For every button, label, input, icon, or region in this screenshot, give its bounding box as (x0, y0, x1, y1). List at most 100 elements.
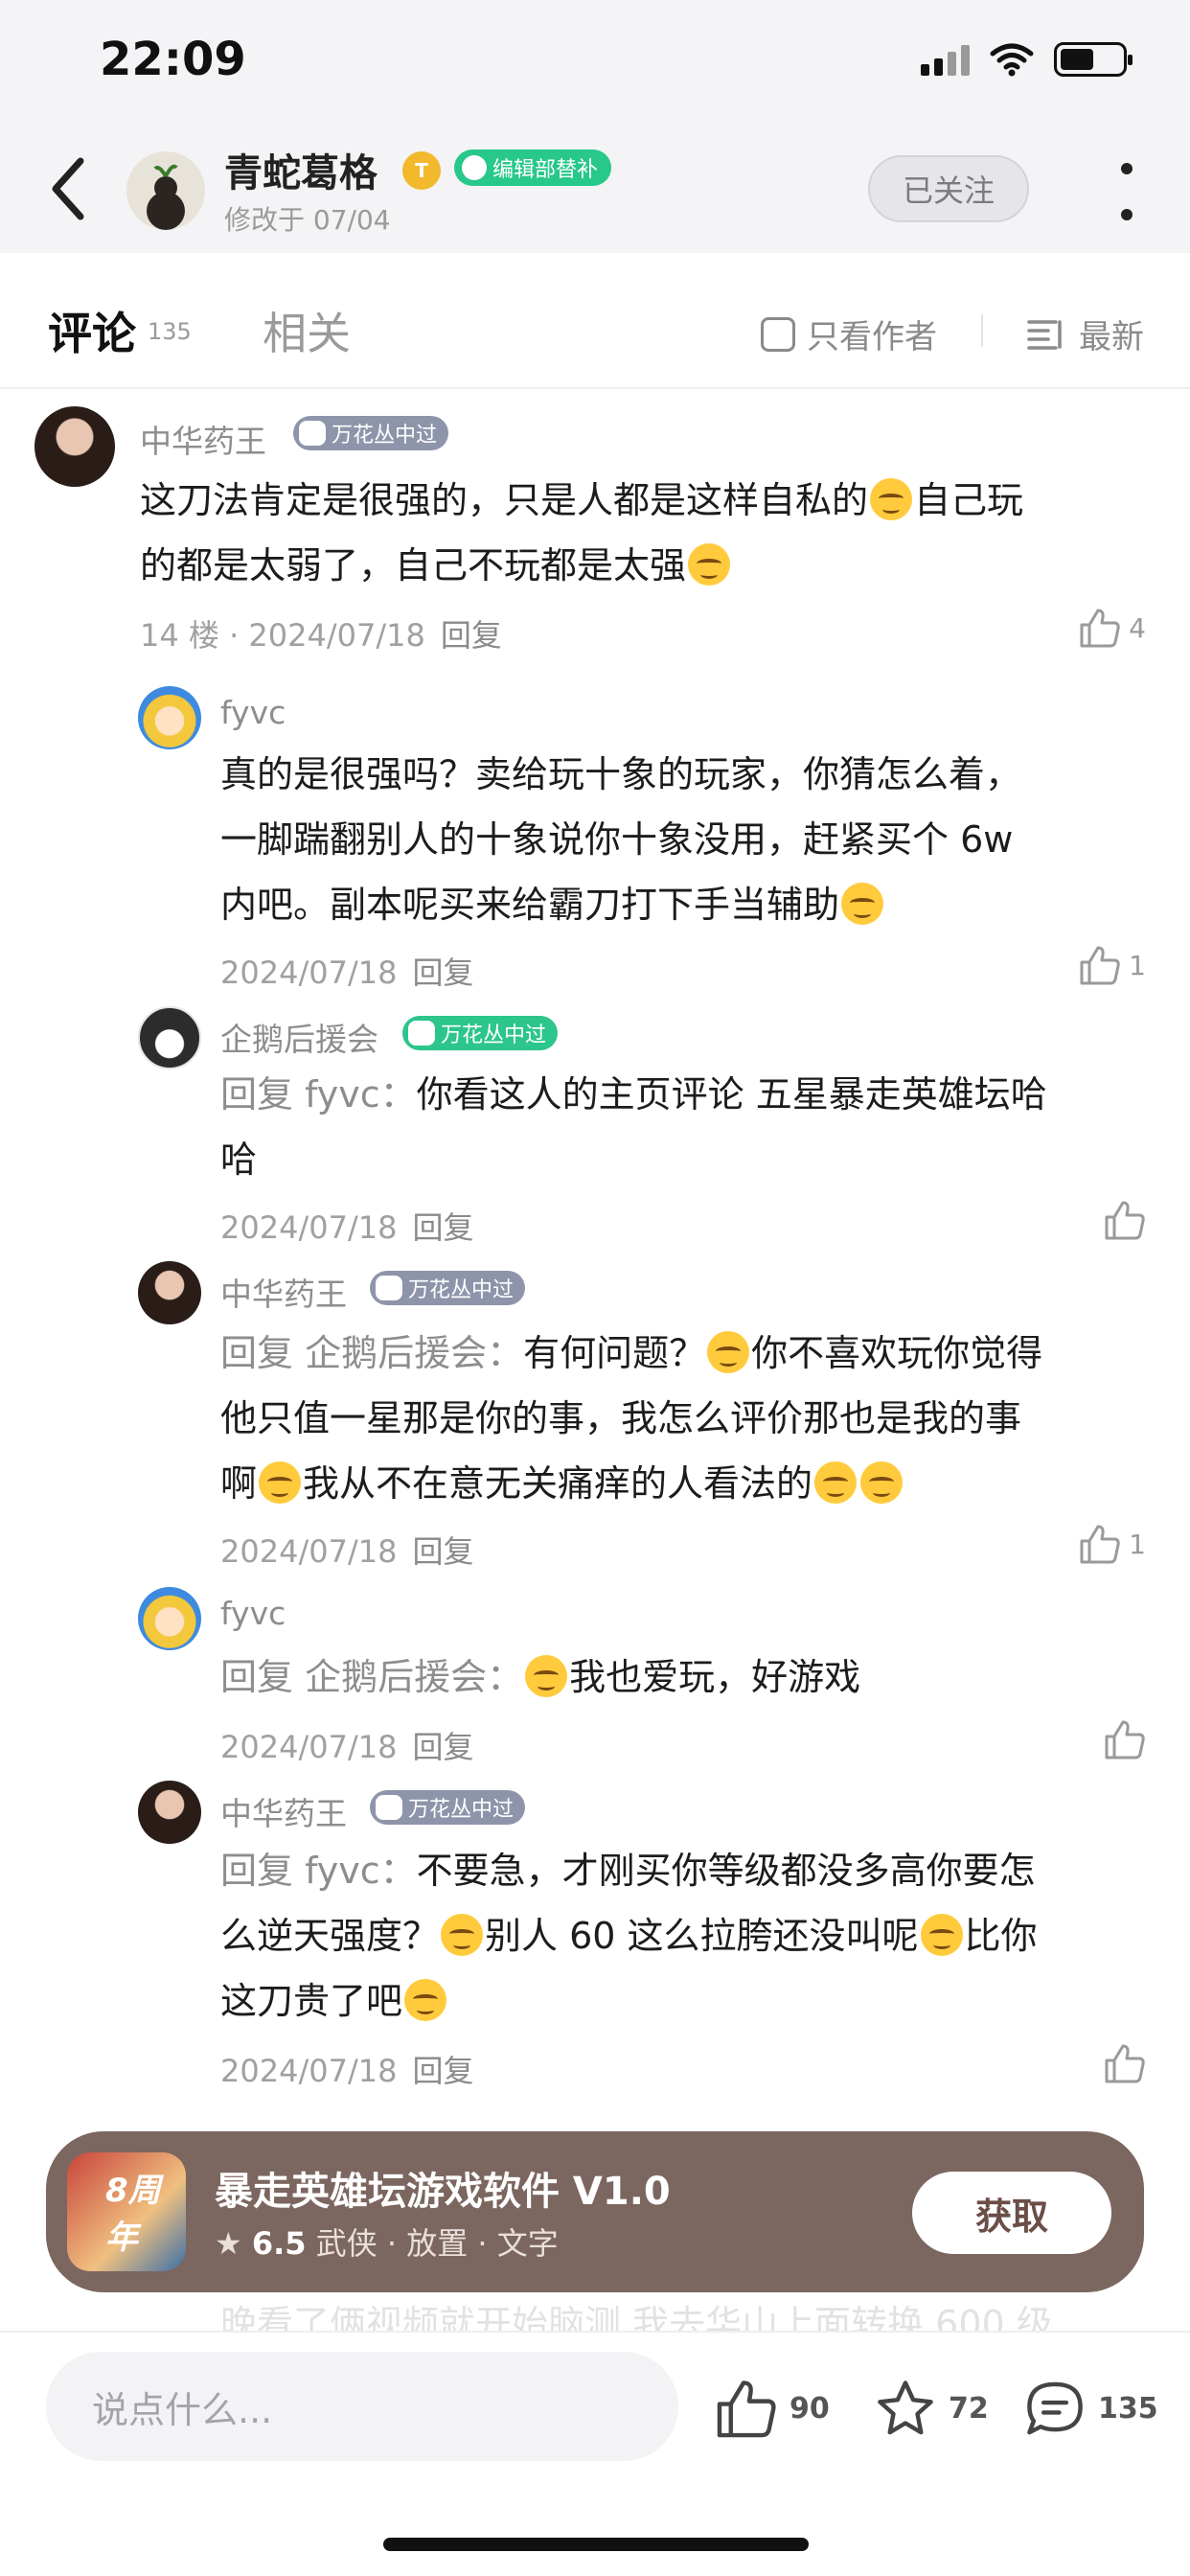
user-badge: 万花丛中过 (370, 1271, 526, 1305)
comment-text-line: 啊 (220, 1462, 258, 1505)
comment-username[interactable]: 企鹅后援会 (220, 1014, 378, 1060)
battery-icon (1054, 42, 1133, 77)
reply-target[interactable]: 回复 fyvc： (220, 1073, 417, 1116)
modified-date: 修改于 07/04 (224, 204, 391, 236)
user-badge: 万花丛中过 (402, 1016, 559, 1050)
comment-meta: 2024/07/18 回复 (220, 1723, 473, 1767)
app-icon-label: 8周年 (105, 2172, 161, 2257)
app-promo-banner[interactable]: 8周年 暴走英雄坛游戏软件 V1.0 ★ 6.5 武侠 · 放置 · 文字 获取 (46, 2131, 1144, 2292)
comment-meta: 2024/07/18 回复 (220, 1204, 473, 1248)
smirk-emoji-icon (404, 1979, 447, 2021)
comment-text-line: 别人 60 这么拉胯还没叫呢 (485, 1915, 919, 1957)
comment-text-line: 比你 (964, 1915, 1038, 1957)
comment-meta: 2024/07/18 回复 (220, 1528, 473, 1572)
comment-username[interactable]: fyvc (220, 1595, 286, 1632)
like-button[interactable]: 1 (1079, 945, 1146, 985)
tab-comments-label: 评论 (48, 308, 136, 359)
only-author-label: 只看作者 (807, 318, 937, 356)
favorite-count: 72 (949, 2391, 989, 2426)
comment-text: 真的是很强吗？卖给玩十象的玩家，你猜怎么着， 一脚踹翻别人的十象说你十象没用，赶… (220, 742, 1159, 937)
follow-button[interactable]: 已关注 (868, 155, 1029, 222)
get-app-button[interactable]: 获取 (912, 2172, 1111, 2254)
comment-username[interactable]: 中华药王 (220, 1788, 347, 1834)
sort-label: 最新 (1079, 318, 1144, 356)
comment-meta: 14 楼 · 2024/07/18 回复 (140, 611, 502, 656)
status-time: 22:09 (100, 33, 246, 86)
comment-text-line: 你不喜欢玩你觉得 (751, 1332, 1043, 1374)
gamepad-icon (376, 1276, 402, 1300)
level-badge: T (402, 151, 441, 190)
comment-username[interactable]: 中华药王 (220, 1269, 347, 1315)
smirk-emoji-icon (707, 1331, 750, 1373)
gamepad-icon (299, 421, 326, 446)
like-post-button[interactable]: 90 (715, 2379, 830, 2438)
reply-button[interactable]: 回复 (412, 2053, 473, 2089)
wifi-icon (990, 43, 1034, 77)
avatar[interactable] (138, 1587, 201, 1650)
reply-button[interactable]: 回复 (412, 1209, 473, 1246)
comment-username[interactable]: fyvc (220, 694, 286, 731)
comment-text-line: 我也爱玩，好游戏 (569, 1656, 861, 1698)
favorite-button[interactable]: 72 (874, 2379, 989, 2438)
smirk-emoji-icon (441, 1914, 484, 1956)
reply-target[interactable]: 回复 企鹅后援会： (220, 1332, 523, 1374)
comment-date: 2024/07/18 (220, 1533, 398, 1570)
reply-target[interactable]: 回复 企鹅后援会： (220, 1656, 523, 1698)
star-icon: ★ (215, 2225, 242, 2262)
like-count: 4 (1129, 611, 1146, 644)
author-avatar-icon (147, 164, 185, 230)
more-options-icon[interactable] (1117, 163, 1136, 220)
like-button[interactable] (1104, 2043, 1146, 2083)
app-icon[interactable]: 8周年 (67, 2152, 186, 2271)
tab-related[interactable]: 相关 (263, 299, 351, 362)
avatar[interactable] (138, 1261, 201, 1324)
tab-comments-count: 135 (148, 318, 192, 345)
comment-date: 2024/07/18 (220, 954, 398, 991)
comment-text: 这刀法肯定是很强的，只是人都是这样自私的 自己玩 的都是太弱了，自己不玩都是太强 (140, 468, 1156, 598)
comment-input[interactable]: 说点什么... (46, 2352, 678, 2461)
comment-text-line: 他只值一星那是你的事，我怎么评价那也是我的事 (220, 1397, 1022, 1439)
like-button[interactable]: 1 (1079, 1524, 1146, 1564)
smirk-emoji-icon (814, 1461, 858, 1504)
tab-comments[interactable]: 评论 (48, 299, 136, 362)
reply-button[interactable]: 回复 (441, 617, 502, 654)
app-subtitle: ★ 6.5 武侠 · 放置 · 文字 (215, 2220, 559, 2264)
like-button[interactable] (1104, 1719, 1146, 1760)
smirk-emoji-icon (688, 543, 731, 586)
divider (981, 314, 983, 347)
like-button[interactable]: 4 (1079, 608, 1146, 648)
back-arrow-icon[interactable] (44, 153, 92, 224)
avatar[interactable] (138, 1781, 201, 1844)
comments-button[interactable]: 135 (1023, 2379, 1158, 2438)
comment-text: 回复 企鹅后援会：有何问题？ 你不喜欢玩你觉得 他只值一星那是你的事，我怎么评价那… (220, 1321, 1159, 1516)
comment-text-line: 这刀贵了吧 (220, 1980, 403, 2022)
comment-username[interactable]: 中华药王 (140, 416, 266, 462)
reply-button[interactable]: 回复 (412, 1533, 473, 1570)
checkbox-icon[interactable] (761, 316, 795, 352)
grin-emoji-icon (525, 1655, 568, 1697)
comment-text-line: 哈 (220, 1138, 258, 1181)
avatar[interactable] (34, 406, 115, 487)
thumbs-up-icon (1080, 609, 1120, 648)
author-name[interactable]: 青蛇葛格 (224, 142, 378, 197)
thumbs-up-icon (1105, 1720, 1145, 1760)
editor-badge: 编辑部替补 (454, 150, 612, 186)
reply-button[interactable]: 回复 (412, 1729, 473, 1765)
comment-date: 2024/07/18 (220, 1209, 398, 1246)
comment-date: 2024/07/18 (220, 2053, 398, 2089)
comment-text-line: 的都是太弱了，自己不玩都是太强 (140, 544, 687, 586)
avatar[interactable] (138, 1006, 201, 1070)
comment-text: 回复 fyvc：你看这人的主页评论 五星暴走英雄坛哈 哈 (220, 1062, 1159, 1192)
sort-button[interactable]: 最新 (1027, 310, 1144, 357)
like-count: 1 (1129, 1528, 1146, 1560)
reply-target[interactable]: 回复 fyvc： (220, 1850, 417, 1892)
comment-text: 回复 企鹅后援会： 我也爱玩，好游戏 (220, 1644, 1159, 1710)
user-badge: 万花丛中过 (370, 1790, 526, 1825)
reply-button[interactable]: 回复 (412, 954, 473, 991)
only-author-toggle[interactable]: 只看作者 (761, 310, 937, 357)
author-avatar[interactable] (126, 151, 205, 230)
like-button[interactable] (1104, 1200, 1146, 1240)
avatar[interactable] (138, 686, 201, 749)
comment-bubble-icon (1027, 2381, 1083, 2435)
gamepad-icon (408, 1021, 435, 1046)
